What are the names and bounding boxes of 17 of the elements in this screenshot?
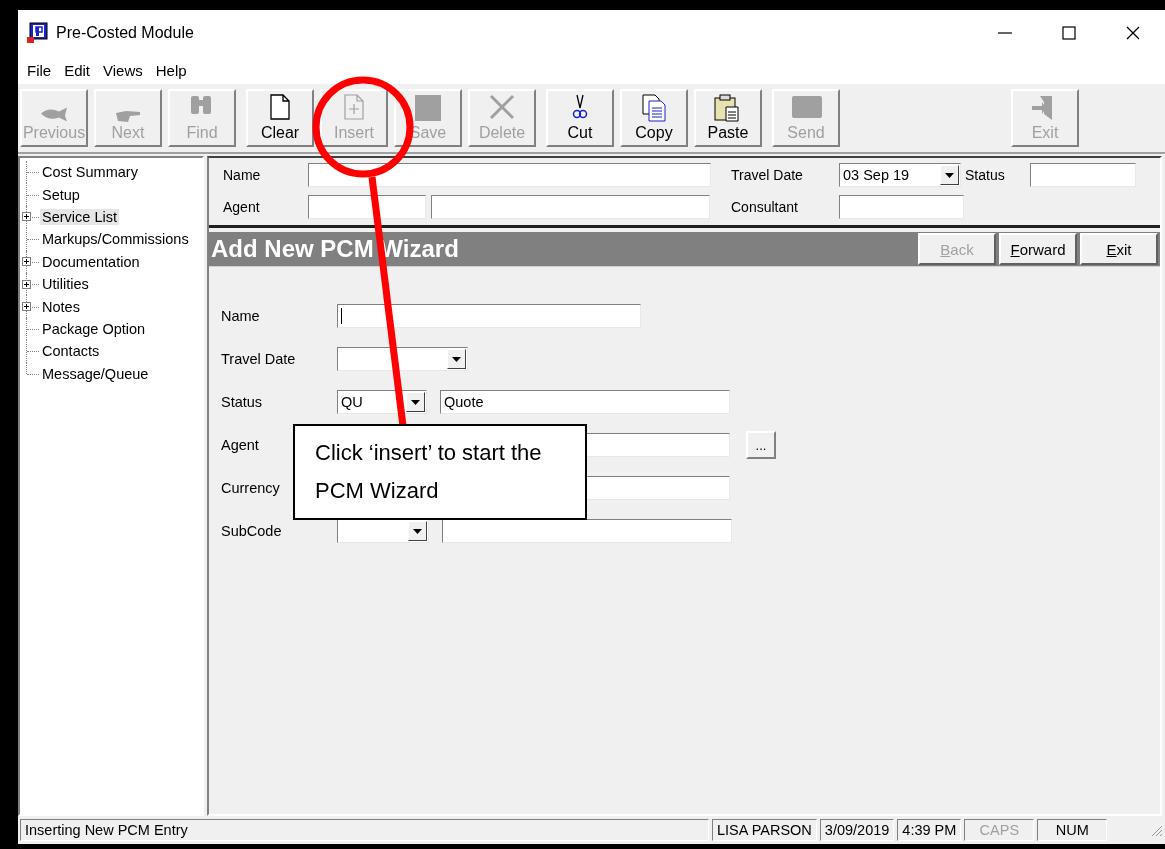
status-panel: CAPS xyxy=(964,819,1035,841)
field-label: Travel Date xyxy=(221,351,297,367)
field-label: Status xyxy=(965,167,1006,183)
field-label: Consultant xyxy=(731,199,799,215)
status-panel: Inserting New PCM Entry xyxy=(20,819,709,841)
status-panel: LISA PARSON xyxy=(712,819,817,841)
field-label: Status xyxy=(221,394,264,410)
annotation-tooltip: Click ‘insert’ to start the PCM Wizard xyxy=(293,424,587,520)
status-panel: NUM xyxy=(1037,819,1108,841)
field-label: Agent xyxy=(223,199,261,215)
field-label: Name xyxy=(223,167,262,183)
field-label: Travel Date xyxy=(731,167,804,183)
field-label: Name xyxy=(221,308,261,324)
field-label: SubCode xyxy=(221,523,283,539)
status-panel: 4:39 PM xyxy=(897,819,962,841)
status-panel: 3/09/2019 xyxy=(819,819,895,841)
window-title: Pre-Costed Module xyxy=(56,24,194,42)
